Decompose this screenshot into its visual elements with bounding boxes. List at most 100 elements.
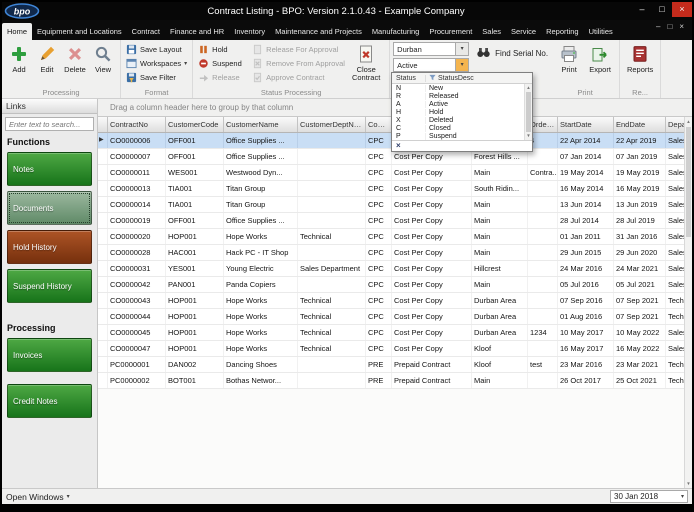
find-serial-button[interactable]: Find Serial No.	[476, 45, 548, 62]
grid-cell: TIA001	[166, 181, 224, 196]
workspaces-button[interactable]: Workspaces ▾	[124, 56, 189, 70]
sidebar-button[interactable]: Notes	[7, 152, 92, 186]
column-header[interactable]: CustomerDeptName	[298, 117, 366, 132]
column-header[interactable]: StartDate	[558, 117, 614, 132]
status-combobox[interactable]: Active ▾	[393, 58, 469, 72]
hold-button[interactable]: Hold	[196, 42, 250, 56]
approve-contract-button[interactable]: Approve Contract	[250, 70, 346, 84]
status-option[interactable]: N New	[392, 84, 524, 92]
status-option[interactable]: X Deleted	[392, 116, 524, 124]
status-option[interactable]: H Hold	[392, 108, 524, 116]
ribbon-tab[interactable]: Reporting	[541, 23, 584, 40]
ribbon-tab[interactable]: Utilities	[584, 23, 618, 40]
column-header[interactable]	[98, 117, 108, 132]
save-filter-button[interactable]: Save Filter	[124, 70, 189, 84]
sidebar-button[interactable]: Invoices	[7, 338, 92, 372]
table-row[interactable]: CO0000020 HOP001 Hope Works Technical CP…	[98, 229, 692, 245]
scrollbar-thumb[interactable]	[526, 92, 531, 132]
button-label: Add	[12, 66, 25, 74]
dropdown-scrollbar[interactable]: ▲ ▼	[524, 84, 532, 140]
chevron-down-icon[interactable]: ▾	[455, 59, 468, 71]
table-row[interactable]: CO0000028 HAC001 Hack PC - IT Shop CPC C…	[98, 245, 692, 261]
sidebar-button[interactable]: Documents	[7, 191, 92, 225]
table-row[interactable]: CO0000031 YES001 Young Electric Sales De…	[98, 261, 692, 277]
row-indicator	[98, 229, 108, 244]
scroll-up-icon[interactable]: ▲	[685, 117, 692, 126]
table-row[interactable]: CO0000047 HOP001 Hope Works Technical CP…	[98, 341, 692, 357]
table-row[interactable]: CO0000019 OFF001 Office Supplies ... CPC…	[98, 213, 692, 229]
grid-cell: Main	[472, 229, 528, 244]
column-header[interactable]: ContractType	[366, 117, 392, 132]
status-option[interactable]: R Released	[392, 92, 524, 100]
table-row[interactable]: PC0000002 BOT001 Bothas Networ... PRE Pr…	[98, 373, 692, 389]
scroll-up-icon[interactable]: ▲	[525, 84, 532, 92]
scroll-down-icon[interactable]: ▼	[685, 479, 692, 488]
table-row[interactable]: CO0000014 TIA001 Titan Group CPC Cost Pe…	[98, 197, 692, 213]
scroll-down-icon[interactable]: ▼	[525, 132, 532, 140]
mdi-minimize-icon[interactable]: –	[656, 22, 660, 31]
ribbon-tab[interactable]: Service	[506, 23, 541, 40]
close-contract-button[interactable]: Close Contract	[346, 42, 386, 82]
reports-button[interactable]: Reports	[623, 42, 657, 74]
chevron-down-icon[interactable]: ▾	[455, 43, 468, 55]
status-column-header[interactable]: Status	[392, 75, 426, 82]
clear-filter-button[interactable]: ×	[392, 140, 532, 151]
statusdesc-column-header[interactable]: StatusDesc	[426, 74, 532, 83]
ribbon-tab[interactable]: Manufacturing	[367, 23, 425, 40]
ribbon-tab[interactable]: Procurement	[424, 23, 477, 40]
column-header[interactable]: CustomerName	[224, 117, 298, 132]
status-option[interactable]: A Active	[392, 100, 524, 108]
date-picker[interactable]: 30 Jan 2018 ▾	[610, 490, 688, 503]
sidebar-button[interactable]: Suspend History	[7, 269, 92, 303]
table-row[interactable]: PC0000001 DAN002 Dancing Shoes PRE Prepa…	[98, 357, 692, 373]
table-row[interactable]: CO0000045 HOP001 Hope Works Technical CP…	[98, 325, 692, 341]
ribbon-tab[interactable]: Finance and HR	[165, 23, 229, 40]
table-row[interactable]: CO0000043 HOP001 Hope Works Technical CP…	[98, 293, 692, 309]
ribbon-tab[interactable]: Home	[2, 23, 32, 40]
column-header[interactable]: CustomerCode	[166, 117, 224, 132]
edit-button[interactable]: Edit	[33, 42, 61, 74]
sidebar-button[interactable]: Hold History	[7, 230, 92, 264]
table-row[interactable]: CO0000011 WES001 Westwood Dyn... CPC Cos…	[98, 165, 692, 181]
ribbon-tab[interactable]: Contract	[127, 23, 165, 40]
floppy-filter-icon	[126, 72, 137, 83]
export-button[interactable]: Export	[584, 42, 616, 74]
column-header[interactable]: EndDate	[614, 117, 666, 132]
ribbon-tab[interactable]: Sales	[477, 23, 506, 40]
grid-cell: HOP001	[166, 341, 224, 356]
grid-cell	[298, 373, 366, 388]
ribbon-tab[interactable]: Maintenance and Projects	[270, 23, 367, 40]
view-button[interactable]: View	[89, 42, 117, 74]
search-input[interactable]	[5, 117, 94, 131]
table-row[interactable]: CO0000013 TIA001 Titan Group CPC Cost Pe…	[98, 181, 692, 197]
table-row[interactable]: CO0000044 HOP001 Hope Works Technical CP…	[98, 309, 692, 325]
print-button[interactable]: Print	[554, 42, 584, 74]
vertical-scrollbar[interactable]: ▲ ▼	[684, 117, 692, 488]
maximize-icon[interactable]: □	[652, 2, 672, 17]
save-layout-button[interactable]: Save Layout	[124, 42, 189, 56]
button-label: Release For Approval	[266, 45, 338, 54]
delete-button[interactable]: Delete	[61, 42, 89, 74]
close-icon[interactable]: ×	[672, 2, 692, 17]
site-combobox[interactable]: Durban ▾	[393, 42, 469, 56]
minimize-icon[interactable]: –	[632, 2, 652, 17]
scrollbar-thumb[interactable]	[686, 127, 691, 237]
open-windows-button[interactable]: Open Windows ▾	[6, 492, 70, 502]
grid-cell: Panda Copiers	[224, 277, 298, 292]
processing-section-header: Processing	[2, 320, 97, 336]
column-header[interactable]: ContractNo	[108, 117, 166, 132]
button-label: Delete	[64, 66, 86, 74]
status-option[interactable]: P Suspend	[392, 132, 524, 140]
release-for-approval-button[interactable]: Release For Approval	[250, 42, 346, 56]
remove-from-approval-button[interactable]: Remove From Approval	[250, 56, 346, 70]
sidebar-button[interactable]: Credit Notes	[7, 384, 92, 418]
mdi-close-icon[interactable]: ×	[679, 22, 684, 31]
status-option[interactable]: C Closed	[392, 124, 524, 132]
release-button[interactable]: Release	[196, 70, 250, 84]
ribbon-tab[interactable]: Inventory	[229, 23, 270, 40]
add-button[interactable]: Add	[5, 42, 33, 74]
suspend-button[interactable]: Suspend	[196, 56, 250, 70]
mdi-restore-icon[interactable]: □	[667, 22, 672, 31]
ribbon-tab[interactable]: Equipment and Locations	[32, 23, 127, 40]
table-row[interactable]: CO0000042 PAN001 Panda Copiers CPC Cost …	[98, 277, 692, 293]
